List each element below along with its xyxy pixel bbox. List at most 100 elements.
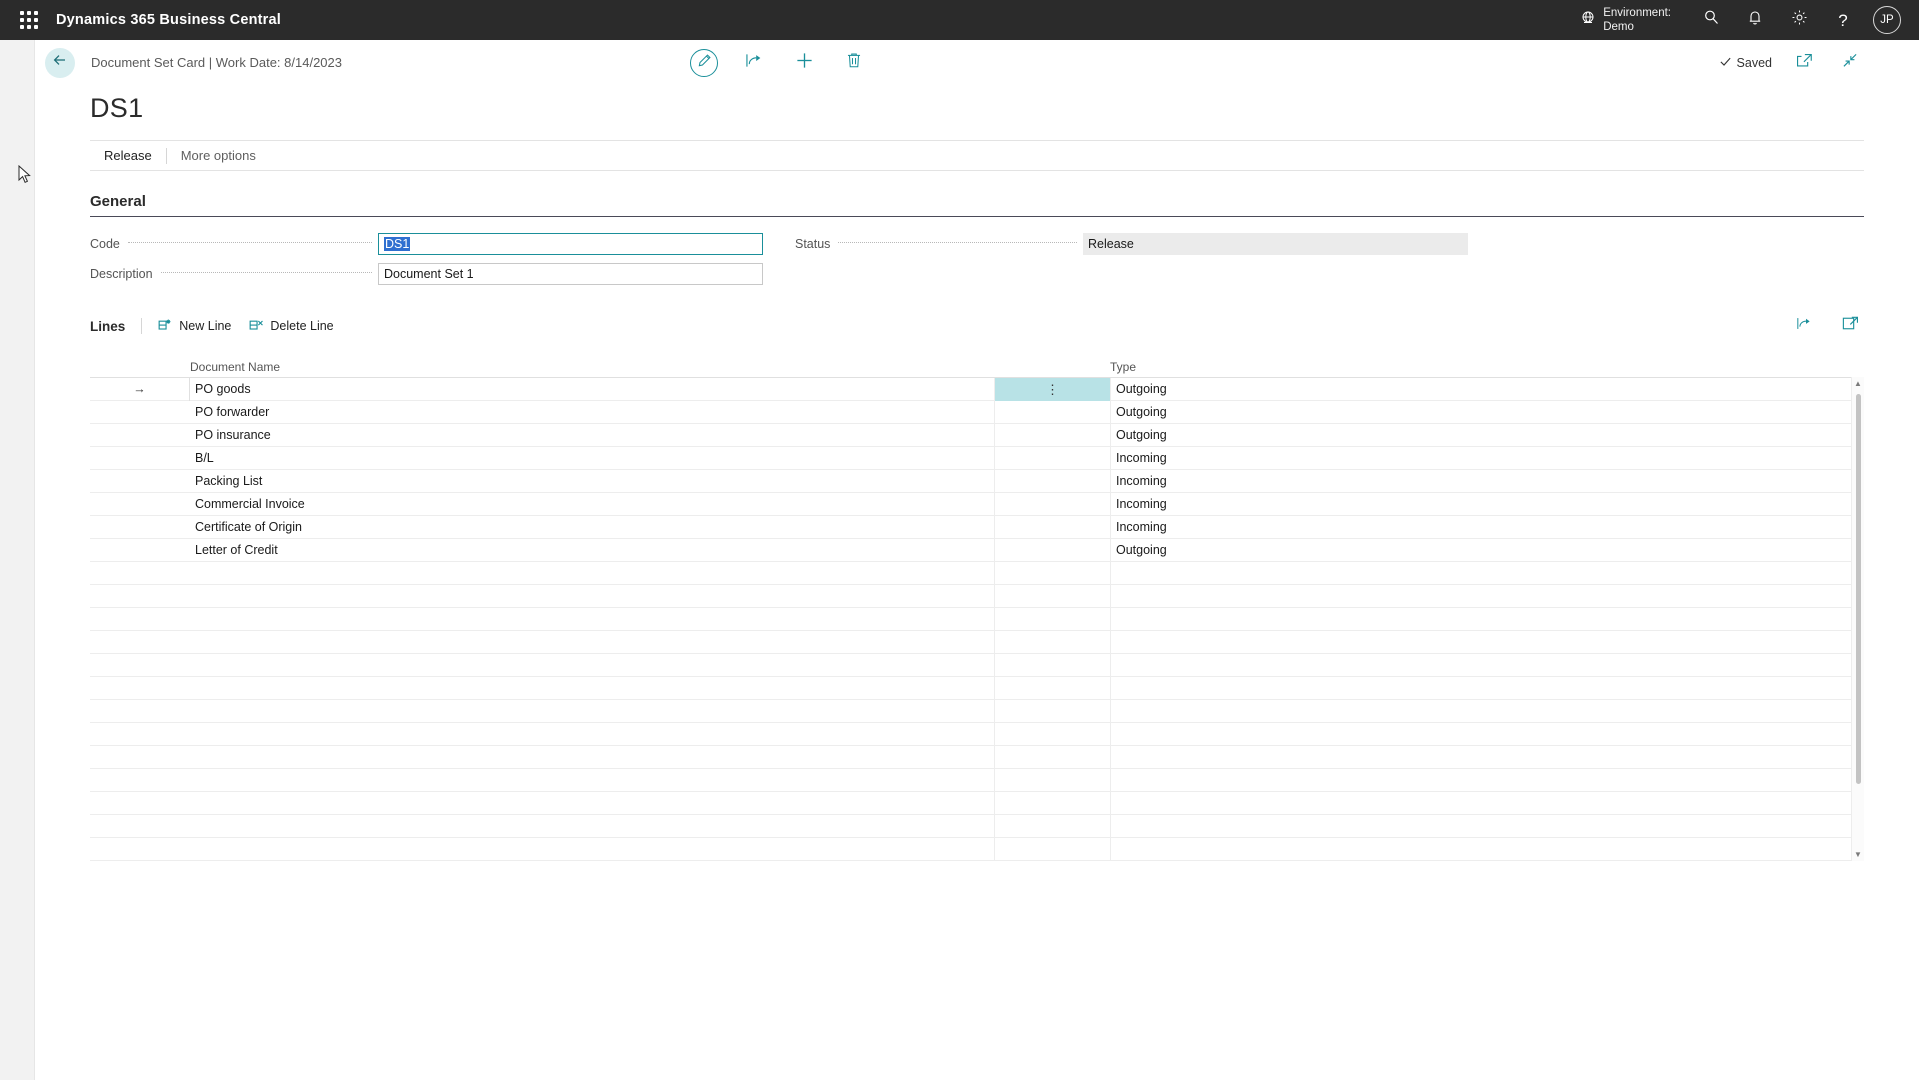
notifications-button[interactable] xyxy=(1733,0,1777,40)
empty-cell[interactable] xyxy=(190,699,995,723)
empty-cell[interactable] xyxy=(90,654,190,677)
table-row-empty[interactable] xyxy=(90,814,1864,838)
cell-document-name[interactable]: PO insurance xyxy=(190,423,995,447)
delete-line-button[interactable]: Delete Line xyxy=(249,318,334,335)
code-input[interactable]: DS1 xyxy=(378,233,763,255)
table-row-empty[interactable] xyxy=(90,607,1864,631)
empty-cell[interactable] xyxy=(1110,653,1455,677)
empty-cell[interactable] xyxy=(1110,699,1455,723)
empty-cell[interactable] xyxy=(90,631,190,654)
empty-cell[interactable] xyxy=(995,608,1110,631)
cell-type[interactable]: Incoming xyxy=(1110,492,1455,516)
empty-cell[interactable] xyxy=(995,700,1110,723)
open-new-window-button[interactable] xyxy=(1790,49,1818,77)
grid-header-type[interactable]: Type xyxy=(1110,360,1455,374)
empty-cell[interactable] xyxy=(190,722,995,746)
table-row-empty[interactable] xyxy=(90,722,1864,746)
new-line-button[interactable]: New Line xyxy=(158,318,231,335)
empty-cell[interactable] xyxy=(90,562,190,585)
table-row-empty[interactable] xyxy=(90,561,1864,585)
empty-cell[interactable] xyxy=(995,654,1110,677)
empty-cell[interactable] xyxy=(1110,630,1455,654)
avatar[interactable]: JP xyxy=(1873,6,1901,34)
back-button[interactable] xyxy=(45,47,75,78)
table-row[interactable]: PO forwarder Outgoing xyxy=(90,400,1864,424)
empty-cell[interactable] xyxy=(995,723,1110,746)
cell-type[interactable]: Incoming xyxy=(1110,515,1455,539)
empty-cell[interactable] xyxy=(995,677,1110,700)
empty-cell[interactable] xyxy=(90,677,190,700)
waffle-menu-button[interactable] xyxy=(14,5,44,35)
table-row-empty[interactable] xyxy=(90,837,1864,861)
collapse-button[interactable] xyxy=(1836,49,1864,77)
cell-document-name[interactable]: B/L xyxy=(190,446,995,470)
tab-release[interactable]: Release xyxy=(90,148,166,163)
empty-cell[interactable] xyxy=(995,585,1110,608)
table-row-empty[interactable] xyxy=(90,584,1864,608)
empty-cell[interactable] xyxy=(90,838,190,861)
edit-button[interactable] xyxy=(690,48,718,77)
scrollbar-track[interactable] xyxy=(1852,390,1865,848)
grid-header-document-name[interactable]: Document Name xyxy=(190,360,995,374)
empty-cell[interactable] xyxy=(995,562,1110,585)
cell-document-name[interactable]: Certificate of Origin xyxy=(190,515,995,539)
search-button[interactable] xyxy=(1689,0,1733,40)
empty-cell[interactable] xyxy=(1110,768,1455,792)
empty-cell[interactable] xyxy=(190,745,995,769)
cell-type[interactable]: Outgoing xyxy=(1110,377,1455,401)
table-row-empty[interactable] xyxy=(90,653,1864,677)
empty-cell[interactable] xyxy=(190,768,995,792)
table-row[interactable]: PO insurance Outgoing xyxy=(90,423,1864,447)
empty-cell[interactable] xyxy=(190,837,995,861)
empty-cell[interactable] xyxy=(995,838,1110,861)
table-row-empty[interactable] xyxy=(90,745,1864,769)
empty-cell[interactable] xyxy=(190,653,995,677)
empty-cell[interactable] xyxy=(995,792,1110,815)
table-row[interactable]: → PO goods ⋮ Outgoing xyxy=(90,377,1864,401)
cell-document-name[interactable]: Letter of Credit xyxy=(190,538,995,562)
row-menu-button[interactable]: ⋮ xyxy=(995,377,1110,401)
empty-cell[interactable] xyxy=(90,769,190,792)
cell-document-name[interactable]: PO forwarder xyxy=(190,400,995,424)
empty-cell[interactable] xyxy=(190,630,995,654)
table-row[interactable]: B/L Incoming xyxy=(90,446,1864,470)
empty-cell[interactable] xyxy=(90,700,190,723)
cell-type[interactable]: Outgoing xyxy=(1110,400,1455,424)
help-button[interactable]: ? xyxy=(1821,0,1865,40)
empty-cell[interactable] xyxy=(995,746,1110,769)
description-input[interactable]: Document Set 1 xyxy=(378,263,763,285)
empty-cell[interactable] xyxy=(995,815,1110,838)
empty-cell[interactable] xyxy=(1110,814,1455,838)
table-row-empty[interactable] xyxy=(90,699,1864,723)
cell-document-name[interactable]: PO goods xyxy=(190,377,995,401)
table-row-empty[interactable] xyxy=(90,676,1864,700)
empty-cell[interactable] xyxy=(1110,837,1455,861)
grid-scrollbar[interactable]: ▲ ▼ xyxy=(1851,377,1864,861)
cell-type[interactable]: Outgoing xyxy=(1110,538,1455,562)
empty-cell[interactable] xyxy=(1110,745,1455,769)
empty-cell[interactable] xyxy=(90,585,190,608)
empty-cell[interactable] xyxy=(90,815,190,838)
table-row-empty[interactable] xyxy=(90,630,1864,654)
empty-cell[interactable] xyxy=(1110,607,1455,631)
scrollbar-thumb[interactable] xyxy=(1855,394,1861,784)
empty-cell[interactable] xyxy=(1110,584,1455,608)
scroll-down-arrow-icon[interactable]: ▼ xyxy=(1854,848,1862,861)
environment-indicator[interactable]: Environment: Demo xyxy=(1580,6,1671,35)
empty-cell[interactable] xyxy=(1110,722,1455,746)
empty-cell[interactable] xyxy=(90,792,190,815)
table-row[interactable]: Packing List Incoming xyxy=(90,469,1864,493)
table-row[interactable]: Letter of Credit Outgoing xyxy=(90,538,1864,562)
scroll-up-arrow-icon[interactable]: ▲ xyxy=(1854,377,1862,390)
empty-cell[interactable] xyxy=(1110,561,1455,585)
open-in-excel-button[interactable] xyxy=(1836,312,1864,340)
table-row[interactable]: Certificate of Origin Incoming xyxy=(90,515,1864,539)
empty-cell[interactable] xyxy=(190,607,995,631)
cell-document-name[interactable]: Packing List xyxy=(190,469,995,493)
empty-cell[interactable] xyxy=(90,723,190,746)
cell-type[interactable]: Incoming xyxy=(1110,446,1455,470)
empty-cell[interactable] xyxy=(90,746,190,769)
empty-cell[interactable] xyxy=(190,584,995,608)
cell-document-name[interactable]: Commercial Invoice xyxy=(190,492,995,516)
settings-button[interactable] xyxy=(1777,0,1821,40)
